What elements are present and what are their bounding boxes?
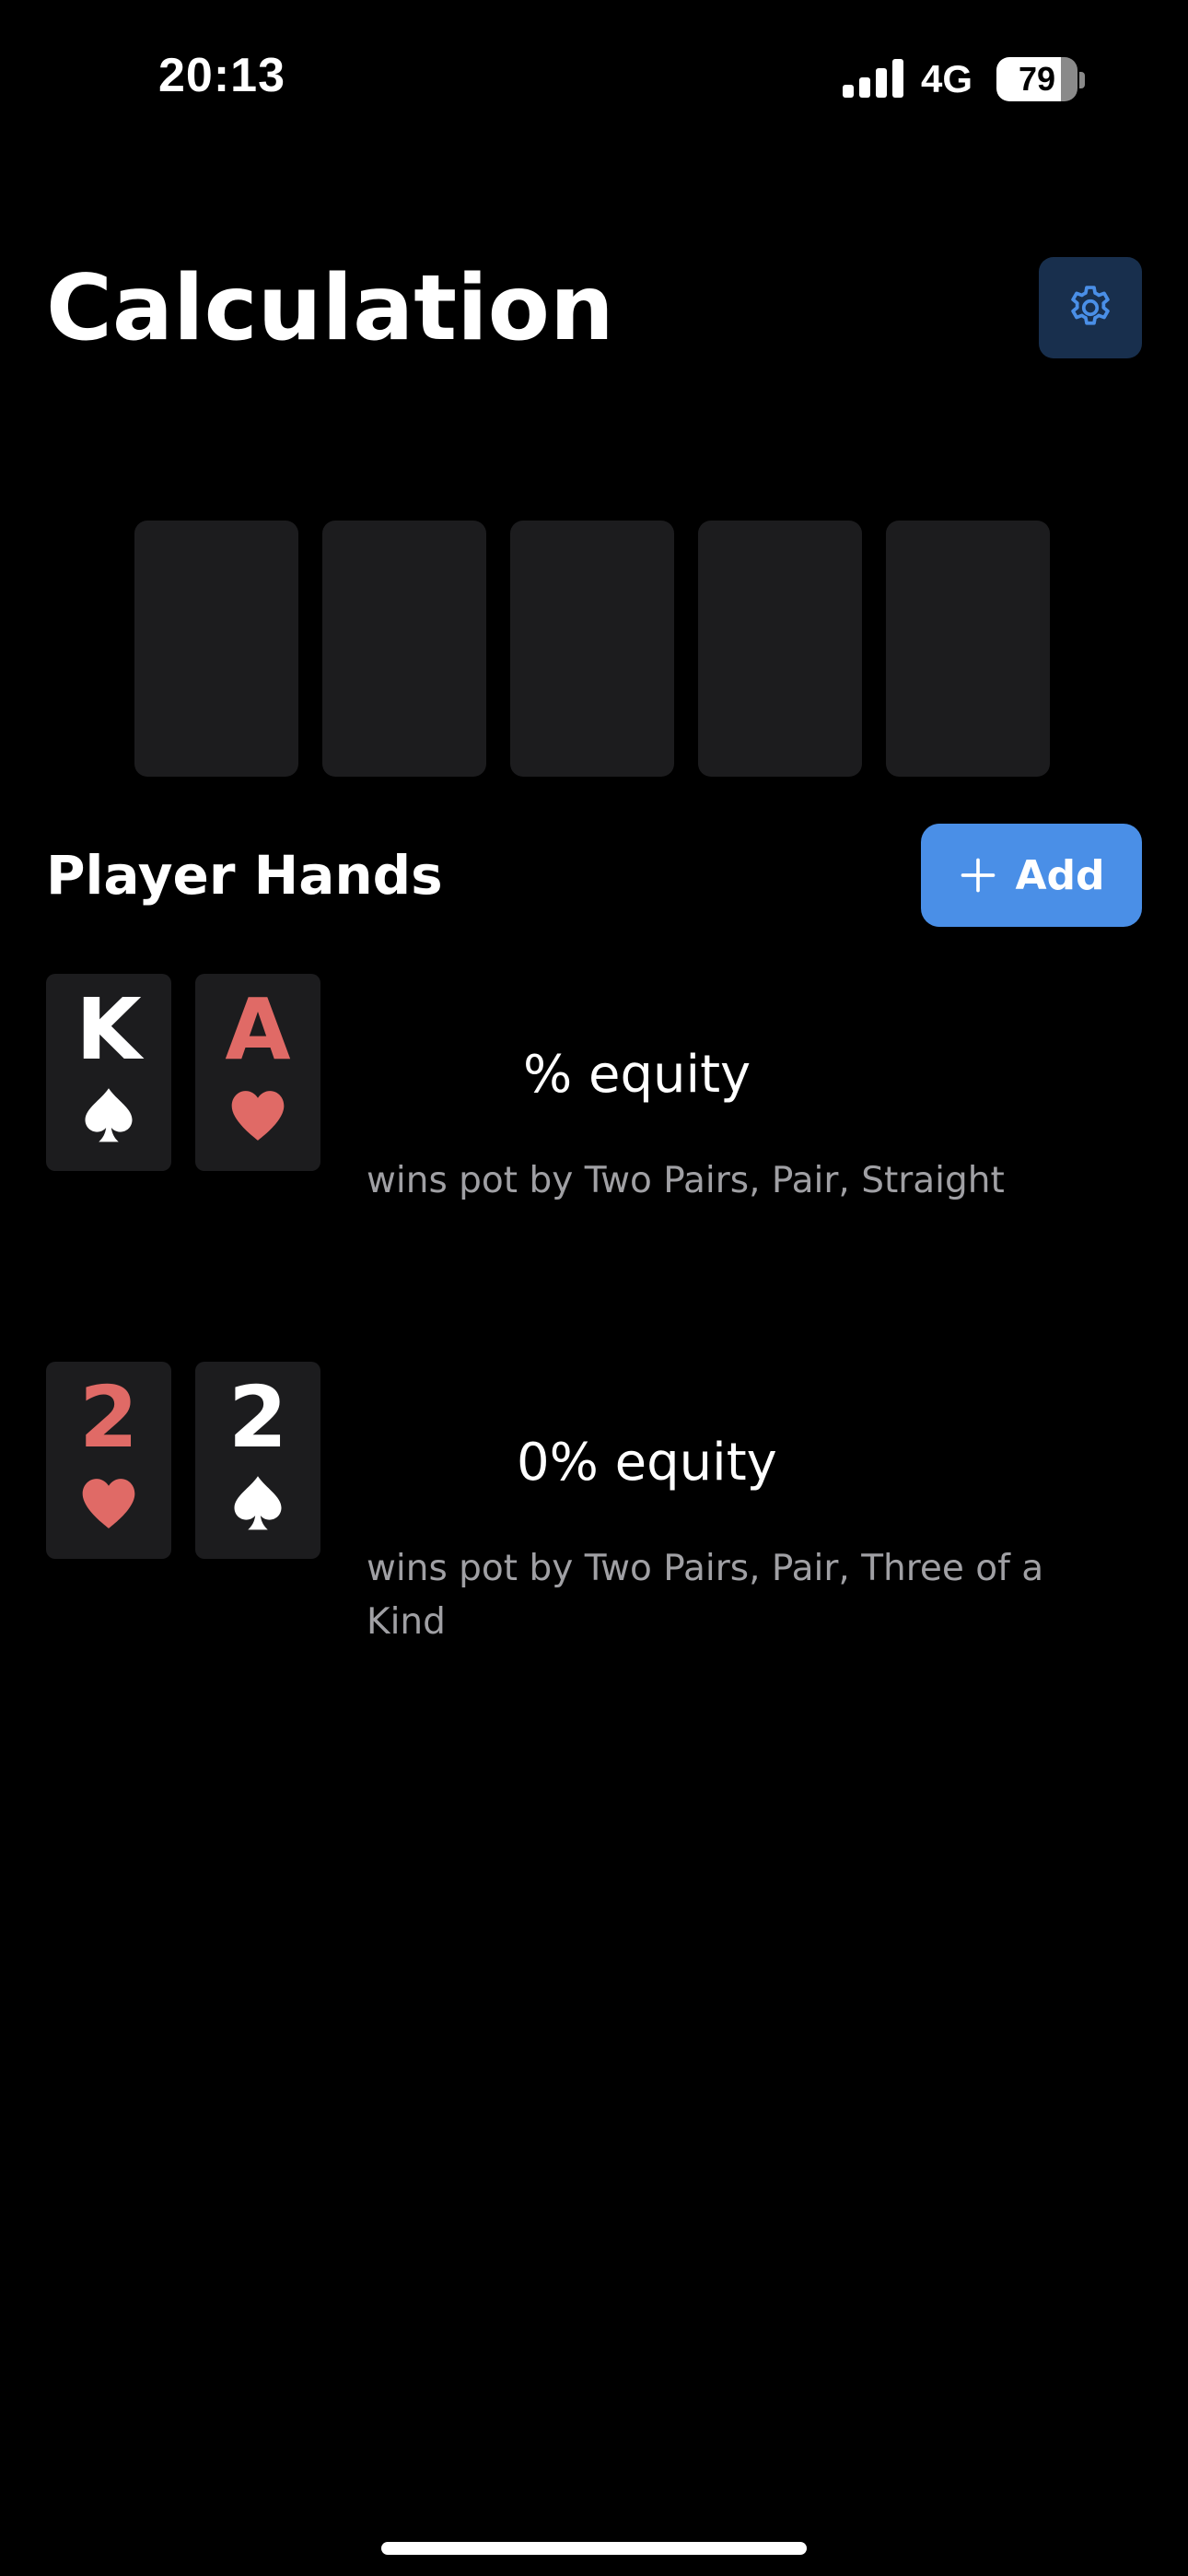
card-rank: K [76, 980, 142, 1079]
plus-icon [961, 858, 996, 893]
settings-button[interactable] [1039, 257, 1142, 358]
equity-text: % equity [523, 1045, 751, 1105]
add-button-label: Add [1015, 851, 1105, 899]
battery-cap [1079, 72, 1085, 88]
card-rank: 2 [78, 1368, 138, 1467]
heart-icon [82, 1479, 135, 1528]
network-type: 4G [921, 57, 973, 100]
board-card-slot-5[interactable] [886, 521, 1050, 777]
equity-value: ​0% equity [367, 1426, 777, 1500]
heart-icon [231, 1091, 285, 1141]
card-rank: A [225, 980, 291, 1079]
battery-icon: 79 [996, 57, 1077, 101]
board-card-slot-2[interactable] [322, 521, 486, 777]
hole-card[interactable]: K [46, 974, 171, 1171]
gear-icon [1071, 286, 1110, 325]
wins-description: wins pot by Two Pairs, Pair, Straight [367, 1160, 1005, 1201]
page-title: Calculation [46, 256, 614, 361]
community-board [134, 521, 1055, 779]
hole-card[interactable]: 2 [46, 1362, 171, 1559]
spade-icon [234, 1476, 282, 1530]
board-card-slot-3[interactable] [510, 521, 674, 777]
equity-text: 0% equity [517, 1433, 777, 1493]
battery-percent: 79 [1018, 60, 1056, 98]
equity-value: ​% equity [367, 1038, 751, 1112]
spade-icon [85, 1088, 133, 1142]
hole-card[interactable]: A [195, 974, 320, 1171]
status-time: 20:13 [158, 49, 285, 102]
card-rank: 2 [227, 1368, 287, 1467]
board-card-slot-1[interactable] [134, 521, 298, 777]
hole-card[interactable]: 2 [195, 1362, 320, 1559]
wins-description: wins pot by Two Pairs, Pair, Three of a … [367, 1548, 1044, 1643]
player-hands-title: Player Hands [46, 844, 443, 907]
status-bar: 20:13 4G 79 [0, 0, 1188, 157]
cellular-signal-icon [843, 59, 905, 98]
board-card-slot-4[interactable] [698, 521, 862, 777]
add-player-button[interactable]: Add [921, 824, 1142, 927]
home-indicator[interactable] [381, 2542, 807, 2555]
